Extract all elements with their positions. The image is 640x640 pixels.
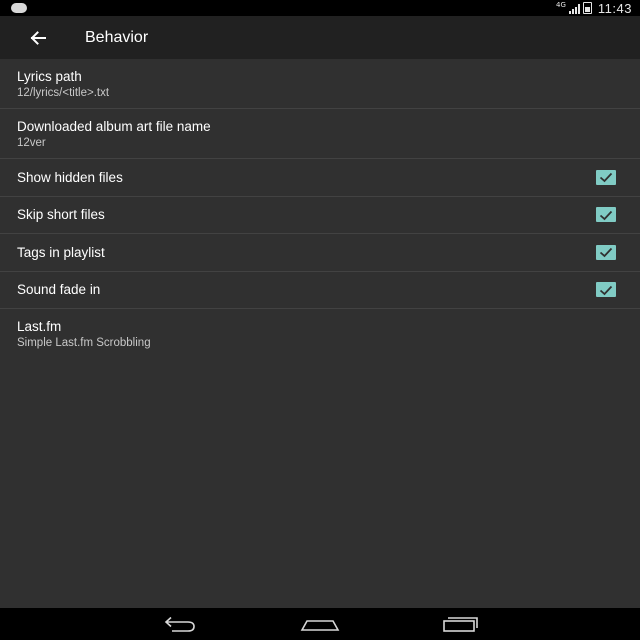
setting-sound-fade-in[interactable]: Sound fade in xyxy=(0,272,640,309)
back-icon xyxy=(164,616,195,632)
setting-title: Last.fm xyxy=(17,319,62,334)
home-icon xyxy=(300,620,340,631)
sound-fade-in-checkbox[interactable] xyxy=(596,282,616,298)
notification-dot-icon xyxy=(11,3,27,13)
settings-list: Lyrics path 12/lyrics/<title>.txt Downlo… xyxy=(0,59,640,359)
setting-title: Tags in playlist xyxy=(17,244,105,260)
show-hidden-files-checkbox[interactable] xyxy=(596,169,616,185)
battery-icon xyxy=(582,2,592,14)
signal-icon xyxy=(568,4,580,14)
nav-back-button[interactable] xyxy=(110,608,250,640)
check-icon xyxy=(599,248,613,258)
check-icon xyxy=(599,173,613,183)
back-button[interactable] xyxy=(0,16,76,59)
arrow-back-icon xyxy=(30,30,46,45)
skip-short-files-checkbox[interactable] xyxy=(596,207,616,223)
app-bar: Behavior xyxy=(0,16,640,59)
setting-title: Skip short files xyxy=(17,207,105,223)
setting-title: Sound fade in xyxy=(17,282,101,298)
setting-show-hidden-files[interactable]: Show hidden files xyxy=(0,159,640,197)
status-clock: 11:43 xyxy=(597,0,632,16)
setting-album-art-file-name[interactable]: Downloaded album art file name 12ver xyxy=(0,109,640,159)
setting-summary: 12ver xyxy=(17,136,46,149)
navigation-bar xyxy=(0,608,640,640)
setting-title: Downloaded album art file name xyxy=(17,118,211,134)
nav-home-button[interactable] xyxy=(250,608,390,640)
signal-group: 4G xyxy=(556,2,592,14)
nav-recents-button[interactable] xyxy=(390,608,530,640)
status-bar: 4G 11:43 xyxy=(0,0,640,16)
setting-skip-short-files[interactable]: Skip short files xyxy=(0,197,640,234)
status-indicators: 4G 11:43 xyxy=(556,1,632,16)
tags-in-playlist-checkbox[interactable] xyxy=(596,244,616,260)
setting-summary: 12/lyrics/<title>.txt xyxy=(17,86,110,99)
setting-tags-in-playlist[interactable]: Tags in playlist xyxy=(0,234,640,272)
setting-lyrics-path[interactable]: Lyrics path 12/lyrics/<title>.txt xyxy=(0,59,640,109)
setting-title: Show hidden files xyxy=(17,169,123,185)
check-icon xyxy=(599,210,613,221)
setting-summary: Simple Last.fm Scrobbling xyxy=(17,337,151,349)
setting-lastfm[interactable]: Last.fm Simple Last.fm Scrobbling xyxy=(0,309,640,359)
check-icon xyxy=(599,285,613,296)
setting-title: Lyrics path xyxy=(17,68,82,84)
network-type-label: 4G xyxy=(556,1,566,9)
recents-icon xyxy=(443,617,478,632)
page-title: Behavior xyxy=(85,28,149,46)
